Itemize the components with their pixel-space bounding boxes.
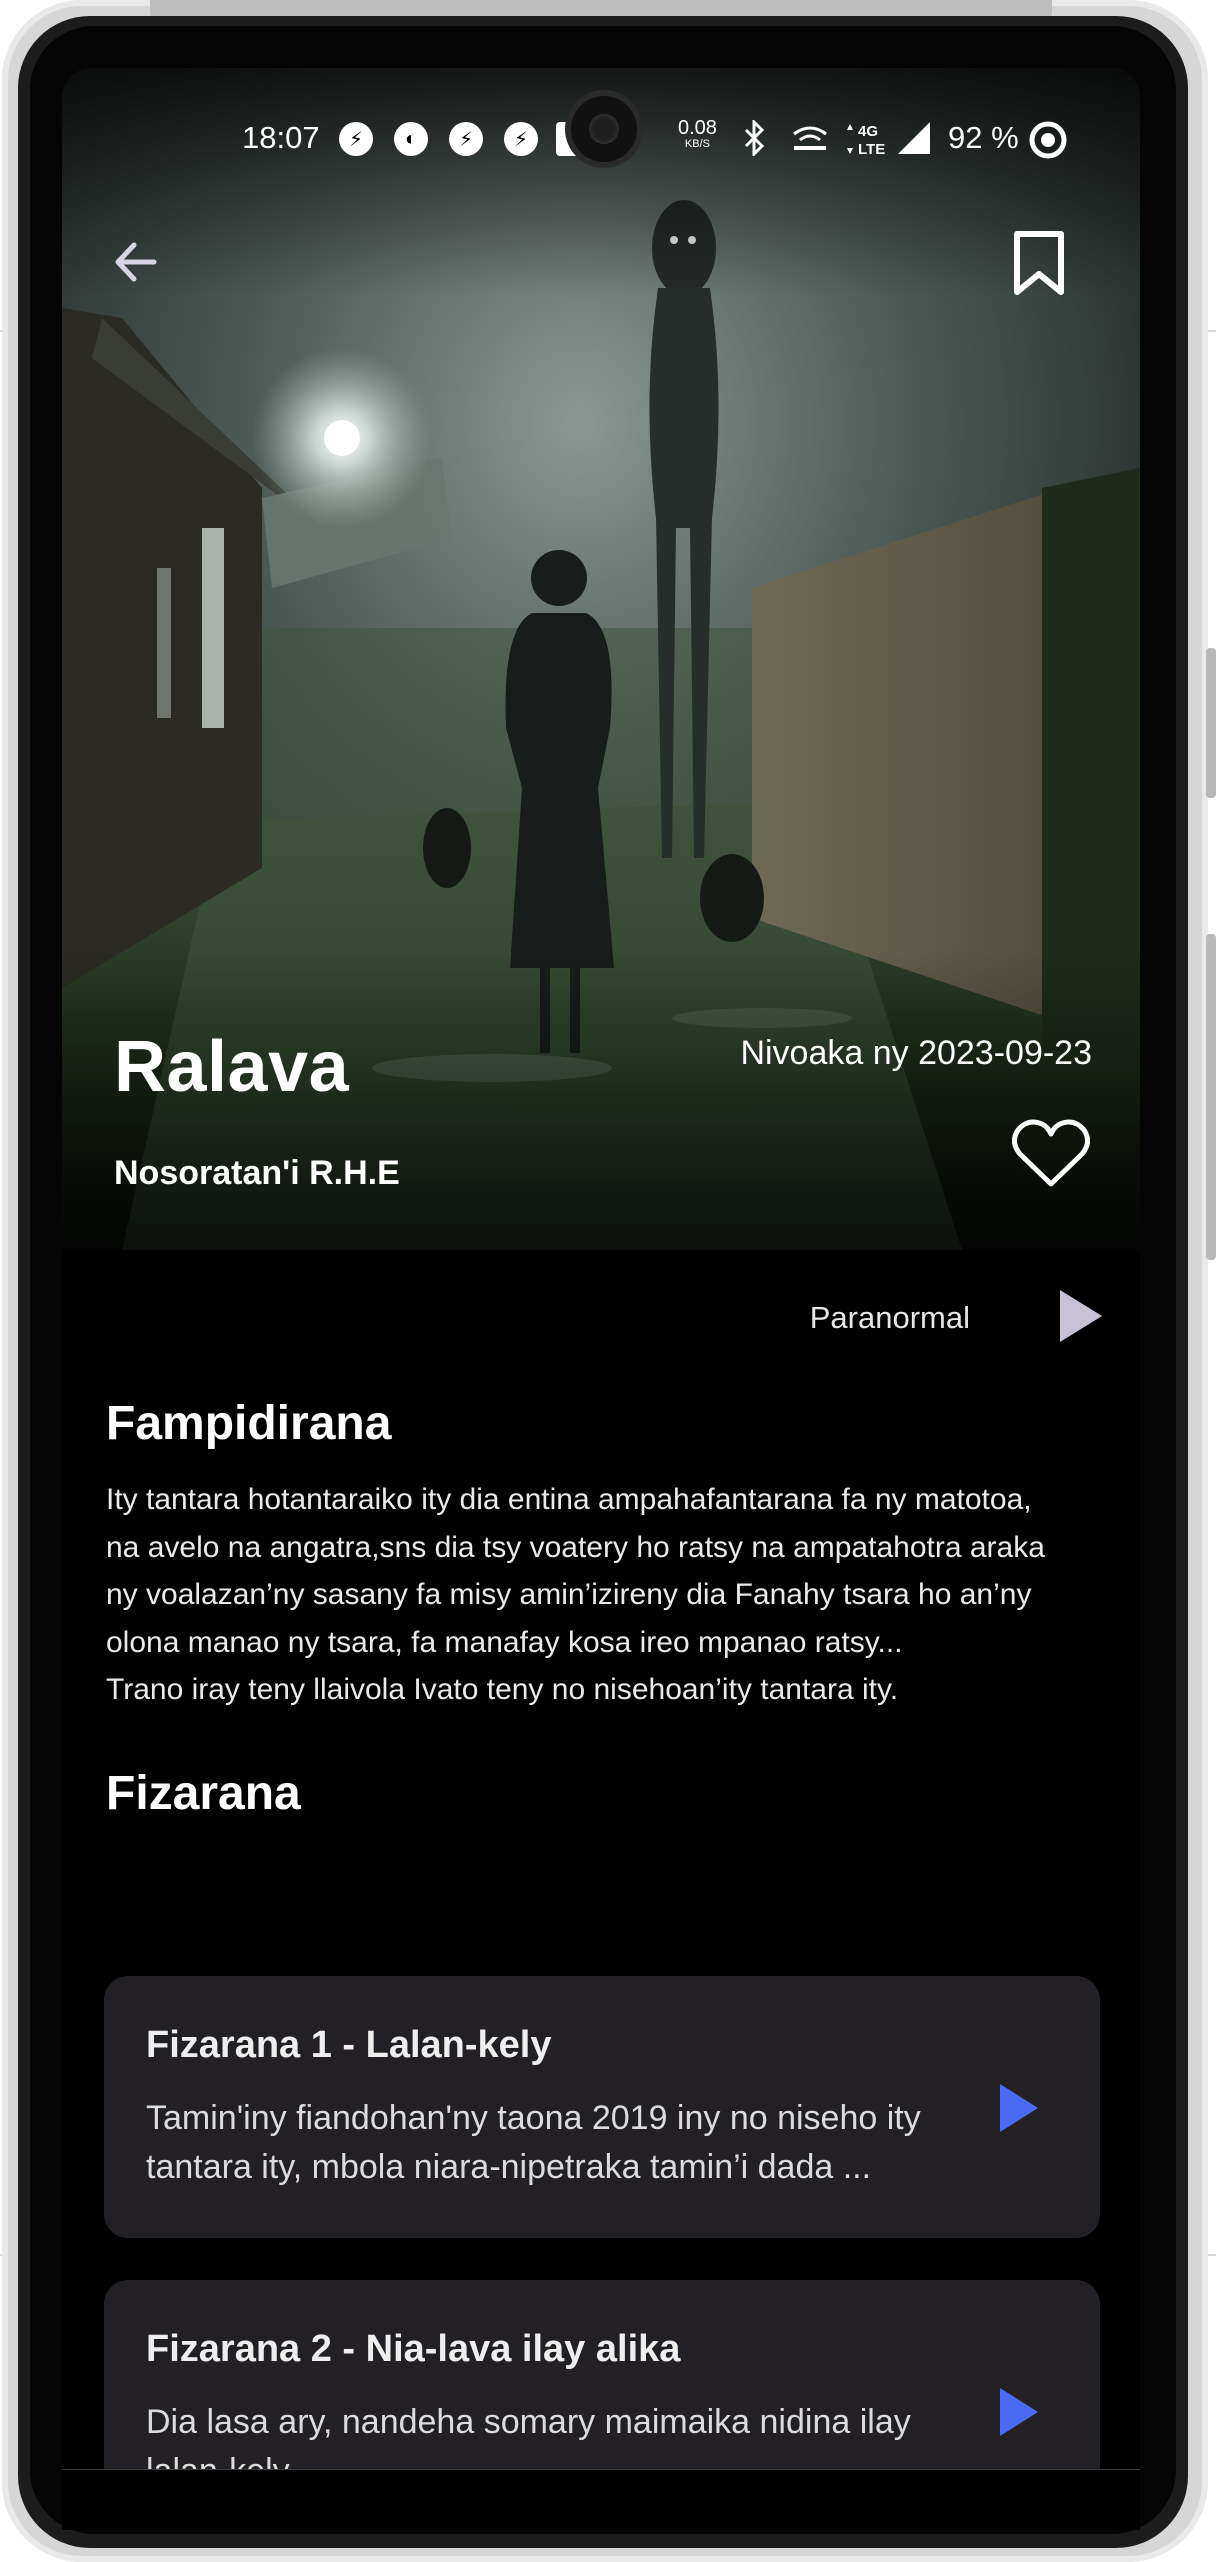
episode-description: Tamin'iny fiandohan'ny taona 2019 iny no…	[146, 2099, 921, 2186]
bookmark-button[interactable]	[1009, 228, 1069, 298]
network-type-icon: 4G LTE	[847, 123, 885, 156]
cover-image: 18:07 ⚡ ◐ ⚡ ⚡ 0.08 KB/S 4G LTE 92 % Rala…	[62, 68, 1140, 1250]
play-icon	[1060, 1290, 1102, 1342]
episode-play-button[interactable]	[996, 2082, 1040, 2134]
back-button[interactable]	[106, 232, 166, 292]
heart-icon	[1012, 1119, 1090, 1187]
front-camera	[571, 96, 637, 162]
hotspot-icon	[793, 126, 827, 150]
app-icon: ◐	[394, 122, 428, 156]
episode-title: Fizarana 2 - Nia-lava ilay alika	[146, 2328, 681, 2370]
genre-play-button[interactable]	[1056, 1286, 1106, 1346]
svg-text:4G: 4G	[858, 123, 878, 140]
messenger-icon: ⚡	[339, 122, 373, 156]
episode-card[interactable]: Fizarana 2 - Nia-lava ilay alika Dia las…	[104, 2280, 1100, 2470]
play-icon	[1000, 2388, 1038, 2436]
back-arrow-icon	[115, 242, 157, 282]
episode-card[interactable]: Fizarana 1 - Lalan-kely Tamin'iny fiando…	[104, 1976, 1100, 2238]
intro-heading: Fampidirana	[106, 1397, 392, 1450]
svg-text:LTE: LTE	[858, 141, 885, 156]
play-icon	[1000, 2084, 1038, 2132]
favorite-button[interactable]	[1012, 1118, 1090, 1190]
episode-play-button[interactable]	[996, 2386, 1040, 2438]
messenger-icon: ⚡	[449, 122, 483, 156]
volume-button	[1206, 648, 1216, 798]
episode-title: Fizarana 1 - Lalan-kely	[146, 2024, 552, 2066]
genre-label: Paranormal	[809, 1300, 970, 1335]
bluetooth-icon	[744, 120, 765, 156]
phone-chin	[62, 2470, 1140, 2530]
intro-text: Ity tantara hotantaraiko ity dia entina …	[106, 1483, 1045, 1706]
status-time: 18:07	[242, 120, 320, 155]
app-screen: 18:07 ⚡ ◐ ⚡ ⚡ 0.08 KB/S 4G LTE 92 % Rala…	[62, 68, 1140, 2470]
story-author: Nosoratan'i R.H.E	[114, 1154, 400, 1192]
signal-icon	[898, 122, 930, 154]
bookmark-icon	[1014, 231, 1064, 295]
battery-percent: 92 %	[948, 120, 1019, 155]
power-button	[1206, 934, 1216, 1260]
battery-icon	[1029, 121, 1067, 159]
messenger-icon: ⚡	[504, 122, 538, 156]
release-date: Nivoaka ny 2023-09-23	[740, 1034, 1092, 1072]
story-title: Ralava	[114, 1027, 350, 1107]
episodes-heading: Fizarana	[106, 1767, 301, 1820]
episode-description: Dia lasa ary, nandeha somary maimaika ni…	[146, 2403, 911, 2470]
network-speed: 0.08 KB/S	[678, 118, 717, 152]
status-bar: 18:07 ⚡ ◐ ⚡ ⚡ 0.08 KB/S 4G LTE 92 %	[62, 68, 1140, 168]
